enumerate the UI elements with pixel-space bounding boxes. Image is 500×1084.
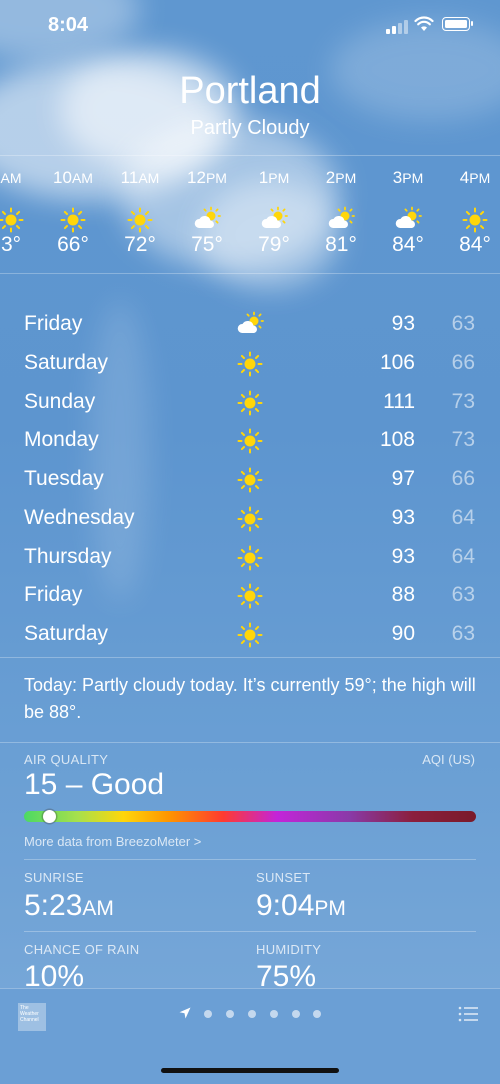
divider bbox=[0, 273, 500, 274]
status-time: 8:04 bbox=[48, 14, 89, 36]
bottom-toolbar: The Weather Channel bbox=[0, 988, 500, 1084]
page-dot[interactable] bbox=[313, 1010, 321, 1018]
partly-cloudy-icon bbox=[193, 206, 221, 234]
air-quality-title: AIR QUALITY bbox=[24, 752, 109, 767]
breezometer-link[interactable]: More data from BreezoMeter > bbox=[24, 834, 201, 849]
partly-cloudy-icon bbox=[260, 206, 288, 234]
page-dot[interactable] bbox=[204, 1010, 212, 1018]
humidity-label: HUMIDITY bbox=[256, 942, 322, 957]
city-name: Portland bbox=[179, 70, 321, 112]
page-dot[interactable] bbox=[248, 1010, 256, 1018]
sun-icon bbox=[236, 389, 264, 417]
daily-row: Saturday 90 63 bbox=[0, 616, 500, 655]
sun-icon bbox=[236, 427, 264, 455]
location-arrow-icon[interactable] bbox=[179, 1007, 191, 1019]
home-indicator[interactable] bbox=[161, 1068, 339, 1073]
sunset-label: SUNSET bbox=[256, 870, 311, 885]
current-condition: Partly Cloudy bbox=[190, 117, 310, 139]
sunrise-label: SUNRISE bbox=[24, 870, 84, 885]
sun-icon bbox=[236, 621, 264, 649]
sun-icon bbox=[461, 206, 489, 234]
daily-row: Sunday 111 73 bbox=[0, 384, 500, 423]
sunrise-value: 5:23AM bbox=[24, 889, 114, 922]
partly-cloudy-icon bbox=[327, 206, 355, 234]
sun-icon bbox=[236, 466, 264, 494]
wifi-icon bbox=[414, 16, 434, 31]
air-quality-indicator bbox=[43, 810, 56, 823]
daily-row: Friday 88 63 bbox=[0, 577, 500, 616]
daily-row: Tuesday 97 66 bbox=[0, 461, 500, 500]
air-quality-scale: AQI (US) bbox=[422, 752, 475, 767]
battery-icon bbox=[442, 17, 473, 31]
chance-of-rain-label: CHANCE OF RAIN bbox=[24, 942, 140, 957]
divider bbox=[0, 657, 500, 658]
daily-row: Thursday 93 64 bbox=[0, 539, 500, 578]
partly-cloudy-icon bbox=[394, 206, 422, 234]
partly-cloudy-icon bbox=[236, 311, 264, 339]
status-bar: 8:04 bbox=[0, 0, 500, 54]
daily-row: Saturday 106 66 bbox=[0, 345, 500, 384]
today-summary: Today: Partly cloudy today. It’s current… bbox=[24, 675, 476, 722]
page-dot[interactable] bbox=[292, 1010, 300, 1018]
sun-icon bbox=[236, 582, 264, 610]
page-dot[interactable] bbox=[226, 1010, 234, 1018]
sun-icon bbox=[0, 206, 25, 234]
sun-icon bbox=[236, 350, 264, 378]
cellular-signal-icon bbox=[386, 20, 408, 34]
list-icon[interactable] bbox=[458, 1005, 478, 1023]
sun-icon bbox=[236, 544, 264, 572]
daily-row: Monday 108 73 bbox=[0, 422, 500, 461]
hourly-forecast[interactable]: AM 3° 10AM 66° 11AM 72° 12PM 75° 1PM 79°… bbox=[0, 156, 500, 273]
weather-channel-logo[interactable]: The Weather Channel bbox=[18, 1003, 46, 1031]
sun-icon bbox=[236, 505, 264, 533]
sun-icon bbox=[59, 206, 87, 234]
daily-row: Wednesday 93 64 bbox=[0, 500, 500, 539]
page-dot[interactable] bbox=[270, 1010, 278, 1018]
daily-row: Friday 93 63 bbox=[0, 306, 500, 345]
sunset-value: 9:04PM bbox=[256, 889, 346, 922]
divider bbox=[0, 742, 500, 743]
divider bbox=[24, 859, 476, 860]
divider bbox=[24, 931, 476, 932]
sun-icon bbox=[126, 206, 154, 234]
air-quality-bar bbox=[24, 811, 476, 822]
air-quality-value: 15 – Good bbox=[24, 768, 165, 801]
